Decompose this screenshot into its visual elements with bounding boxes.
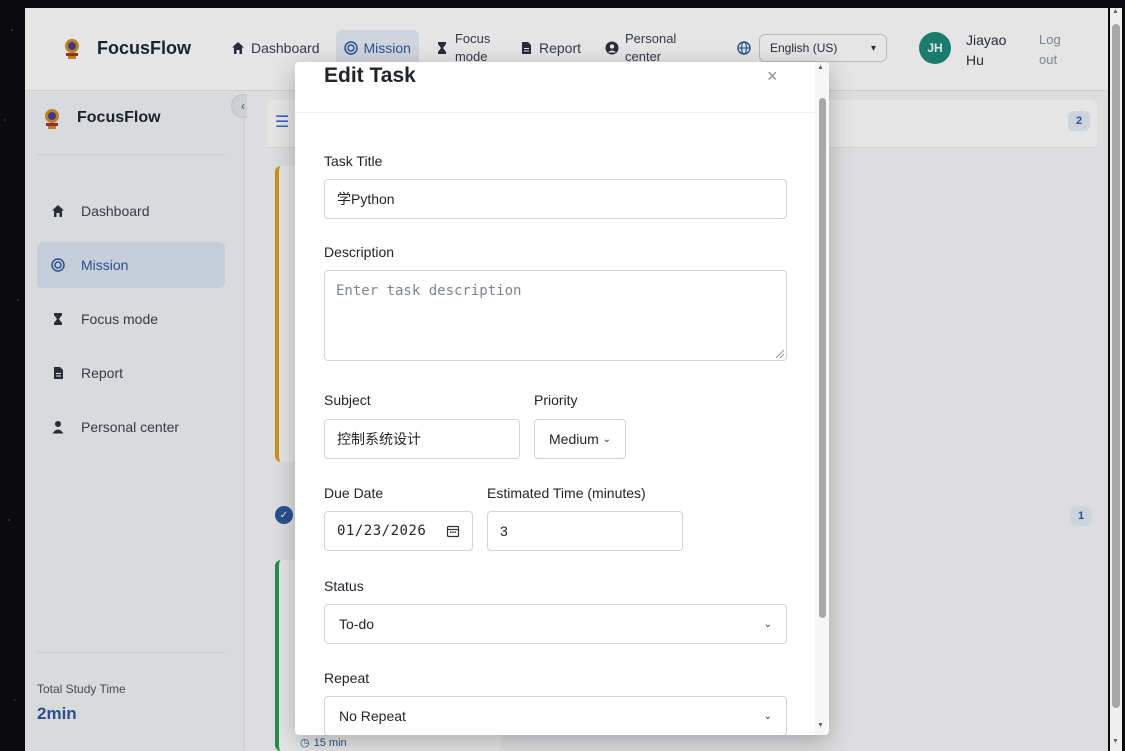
resize-grip-icon[interactable] (776, 350, 784, 358)
task-title-input[interactable]: 学Python (324, 179, 787, 219)
scroll-up-icon[interactable]: ▲ (1112, 8, 1119, 15)
chevron-down-icon: ⌄ (763, 618, 772, 630)
status-value: To-do (339, 616, 375, 632)
description-label: Description (324, 244, 395, 260)
repeat-label: Repeat (324, 670, 370, 686)
modal-header: Edit Task × (295, 62, 815, 113)
status-select[interactable]: To-do ⌄ (324, 604, 787, 644)
status-label: Status (324, 578, 364, 594)
due-date-label: Due Date (324, 485, 384, 501)
task-title-label: Task Title (324, 153, 383, 169)
due-date-value: 01/23/2026 (337, 523, 427, 539)
priority-value: Medium (549, 431, 599, 447)
description-textarea[interactable]: Enter task description (324, 270, 787, 361)
due-date-input[interactable]: 01/23/2026 (324, 511, 473, 551)
estimated-time-input[interactable]: 3 (487, 511, 683, 551)
repeat-select[interactable]: No Repeat ⌄ (324, 696, 787, 735)
scroll-up-icon[interactable]: ▲ (817, 64, 824, 71)
edit-task-modal: Edit Task × Task Title 学Python Descripti… (295, 62, 829, 735)
description-placeholder: Enter task description (336, 283, 522, 299)
modal-title: Edit Task (324, 64, 416, 87)
repeat-value: No Repeat (339, 708, 406, 724)
calendar-icon[interactable] (446, 524, 460, 538)
close-icon[interactable]: × (767, 66, 778, 87)
subject-input[interactable]: 控制系统设计 (324, 419, 520, 459)
chevron-down-icon: ⌄ (602, 433, 611, 445)
priority-label: Priority (534, 392, 578, 408)
priority-select[interactable]: Medium ⌄ (534, 419, 626, 459)
window-scroll-thumb[interactable] (1112, 24, 1120, 708)
modal-scroll-thumb[interactable] (819, 98, 826, 618)
scroll-down-icon[interactable]: ▼ (1112, 738, 1119, 745)
estimated-time-label: Estimated Time (minutes) (487, 485, 646, 501)
subject-label: Subject (324, 392, 371, 408)
app-window: FocusFlow Dashboard Mission Focus mode R… (25, 8, 1108, 751)
chevron-down-icon: ⌄ (763, 710, 772, 722)
scroll-down-icon[interactable]: ▼ (817, 722, 824, 729)
